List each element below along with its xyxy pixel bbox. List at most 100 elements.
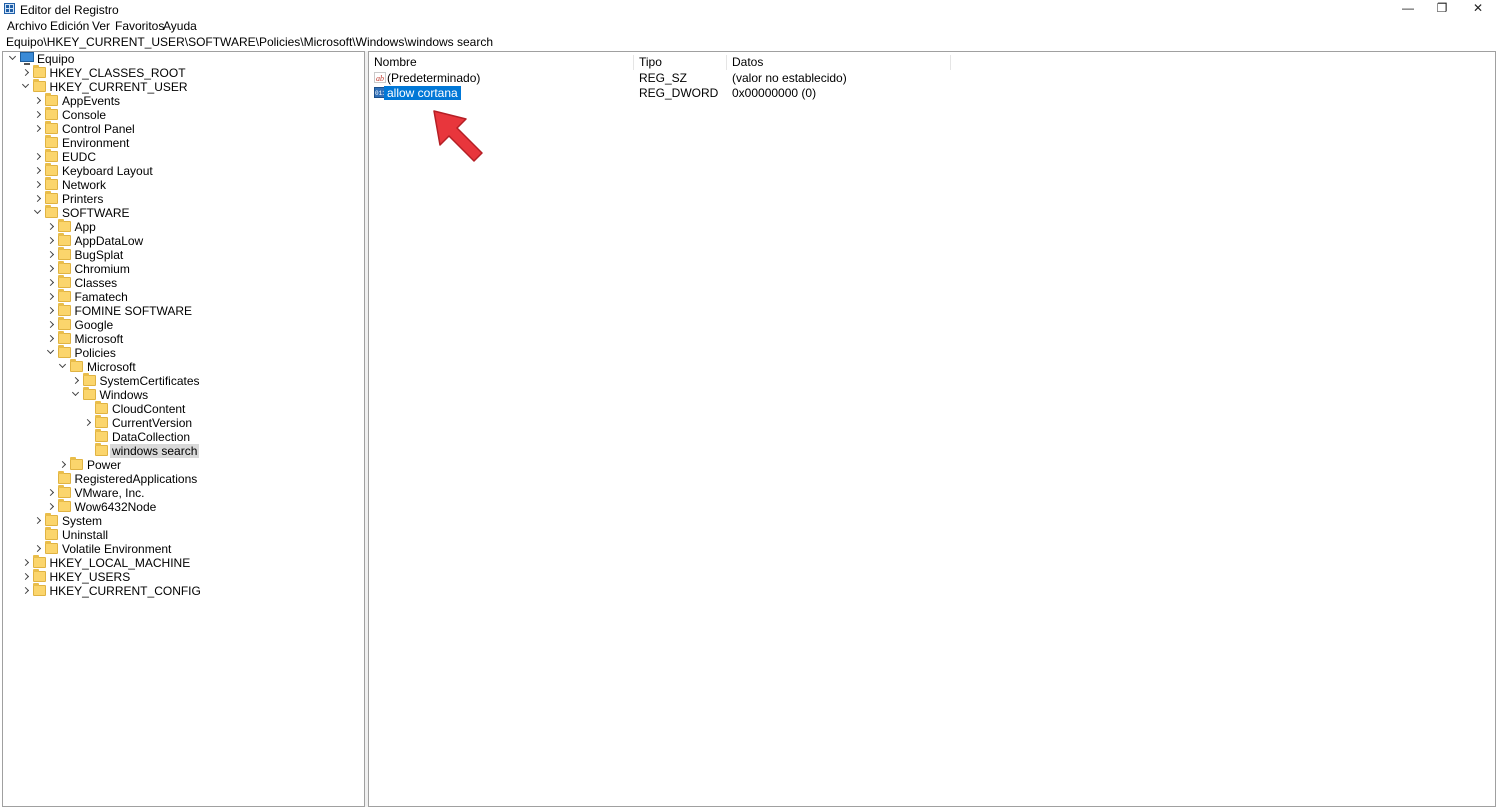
tree-node[interactable]: System xyxy=(3,513,363,528)
tree-node[interactable]: Keyboard Layout xyxy=(3,163,363,178)
tree-node-label: AppEvents xyxy=(62,94,121,108)
chevron-right-icon[interactable] xyxy=(46,502,54,511)
chevron-right-icon[interactable] xyxy=(46,222,54,231)
tree-node[interactable]: DataCollection xyxy=(3,429,363,444)
minimize-button[interactable]: — xyxy=(1390,0,1426,18)
tree-node-label: VMware, Inc. xyxy=(74,486,145,500)
tree-node[interactable]: RegisteredApplications xyxy=(3,471,363,486)
chevron-right-icon[interactable] xyxy=(83,418,92,427)
tree-node[interactable]: Classes xyxy=(3,275,363,290)
chevron-right-icon[interactable] xyxy=(46,488,54,497)
chevron-down-icon[interactable] xyxy=(71,388,79,397)
tree-node[interactable]: AppEvents xyxy=(3,93,363,108)
tree-node-label: Keyboard Layout xyxy=(62,164,153,178)
tree-node[interactable]: EUDC xyxy=(3,149,363,164)
chevron-right-icon[interactable] xyxy=(21,68,29,77)
tree-node[interactable]: windows search xyxy=(3,443,363,458)
tree-node[interactable]: Chromium xyxy=(3,261,363,276)
restore-button[interactable]: ❐ xyxy=(1424,0,1460,18)
tree-node[interactable]: SystemCertificates xyxy=(3,373,363,388)
folder-icon xyxy=(45,135,58,148)
values-list-pane[interactable]: Nombre Tipo Datos ab (Predeterminado) REG_… xyxy=(368,51,1496,807)
tree-node[interactable]: Uninstall xyxy=(3,527,363,542)
tree-node[interactable]: HKEY_CLASSES_ROOT xyxy=(3,65,363,80)
menu-ver[interactable]: Ver xyxy=(92,19,110,33)
chevron-down-icon[interactable] xyxy=(8,52,17,61)
chevron-right-icon[interactable] xyxy=(58,460,67,469)
tree-node[interactable]: Control Panel xyxy=(3,121,363,136)
tree-node[interactable]: FOMINE SOFTWARE xyxy=(3,303,363,318)
chevron-right-icon[interactable] xyxy=(46,236,54,245)
tree-node-label: Microsoft xyxy=(87,360,136,374)
column-header-name[interactable]: Nombre xyxy=(369,55,634,70)
tree-node[interactable]: Wow6432Node xyxy=(3,499,363,514)
tree-node-label: Famatech xyxy=(74,290,128,304)
tree-node[interactable]: SOFTWARE xyxy=(3,205,363,220)
folder-icon xyxy=(45,513,58,526)
chevron-right-icon[interactable] xyxy=(21,586,29,595)
menu-favoritos[interactable]: Favoritos xyxy=(115,19,164,33)
tree-node[interactable]: HKEY_CURRENT_USER xyxy=(3,79,363,94)
column-header-type[interactable]: Tipo xyxy=(634,55,727,70)
tree-node[interactable]: Printers xyxy=(3,191,363,206)
chevron-down-icon[interactable] xyxy=(46,346,54,355)
chevron-right-icon[interactable] xyxy=(46,306,54,315)
tree-node[interactable]: Microsoft xyxy=(3,331,363,346)
chevron-right-icon[interactable] xyxy=(46,292,54,301)
chevron-right-icon[interactable] xyxy=(21,572,29,581)
tree-node[interactable]: Famatech xyxy=(3,289,363,304)
folder-icon xyxy=(57,317,71,330)
menu-edicion[interactable]: Edición xyxy=(50,19,89,33)
tree-node[interactable]: Console xyxy=(3,107,363,122)
chevron-right-icon[interactable] xyxy=(33,96,42,105)
tree-node[interactable]: AppDataLow xyxy=(3,233,363,248)
menu-archivo[interactable]: Archivo xyxy=(7,19,47,33)
tree-node[interactable]: HKEY_CURRENT_CONFIG xyxy=(3,583,363,598)
tree-node[interactable]: Volatile Environment xyxy=(3,541,363,556)
folder-icon xyxy=(57,499,71,512)
chevron-right-icon[interactable] xyxy=(46,278,54,287)
chevron-right-icon[interactable] xyxy=(46,334,54,343)
tree-node[interactable]: CurrentVersion xyxy=(3,415,363,430)
chevron-down-icon[interactable] xyxy=(33,206,42,215)
chevron-right-icon[interactable] xyxy=(21,558,29,567)
chevron-down-icon[interactable] xyxy=(58,360,67,369)
chevron-right-icon[interactable] xyxy=(33,194,42,203)
chevron-right-icon[interactable] xyxy=(33,152,42,161)
tree-node[interactable]: CloudContent xyxy=(3,401,363,416)
chevron-right-icon[interactable] xyxy=(71,376,79,385)
chevron-right-icon[interactable] xyxy=(46,320,54,329)
tree-node[interactable]: Windows xyxy=(3,387,363,402)
chevron-right-icon[interactable] xyxy=(33,516,42,525)
chevron-down-icon[interactable] xyxy=(21,80,29,89)
folder-icon xyxy=(57,303,71,316)
tree-node[interactable]: Network xyxy=(3,177,363,192)
tree-node[interactable]: Environment xyxy=(3,135,363,150)
chevron-right-icon[interactable] xyxy=(33,544,42,553)
folder-icon xyxy=(45,205,58,218)
chevron-right-icon[interactable] xyxy=(46,250,54,259)
chevron-right-icon[interactable] xyxy=(33,180,42,189)
tree-node[interactable]: Equipo xyxy=(3,52,363,66)
tree-node[interactable]: BugSplat xyxy=(3,247,363,262)
tree-node-label: SystemCertificates xyxy=(99,374,200,388)
list-item[interactable]: ab (Predeterminado) REG_SZ (valor no establ… xyxy=(369,71,1495,85)
tree-node[interactable]: Microsoft xyxy=(3,359,363,374)
address-bar[interactable]: Equipo\HKEY_CURRENT_USER\SOFTWARE\Polici… xyxy=(3,35,1497,49)
menu-ayuda[interactable]: Ayuda xyxy=(163,19,197,33)
chevron-right-icon[interactable] xyxy=(33,124,42,133)
tree-node[interactable]: HKEY_LOCAL_MACHINE xyxy=(3,555,363,570)
chevron-right-icon[interactable] xyxy=(33,110,42,119)
tree-node[interactable]: Google xyxy=(3,317,363,332)
chevron-right-icon[interactable] xyxy=(33,166,42,175)
chevron-right-icon[interactable] xyxy=(46,264,54,273)
tree-node[interactable]: Power xyxy=(3,457,363,472)
column-header-data[interactable]: Datos xyxy=(727,55,951,70)
tree-node[interactable]: HKEY_USERS xyxy=(3,569,363,584)
key-tree-pane[interactable]: Equipo HKEY_CLASSES_ROOT HKEY_CURRENT_USER… xyxy=(2,51,365,807)
tree-node[interactable]: Policies xyxy=(3,345,363,360)
tree-node[interactable]: VMware, Inc. xyxy=(3,485,363,500)
close-button[interactable]: ✕ xyxy=(1460,0,1496,18)
list-item[interactable]: 011 allow cortana REG_DWORD 0x00000000 (0) xyxy=(369,86,1495,100)
tree-node[interactable]: App xyxy=(3,219,363,234)
